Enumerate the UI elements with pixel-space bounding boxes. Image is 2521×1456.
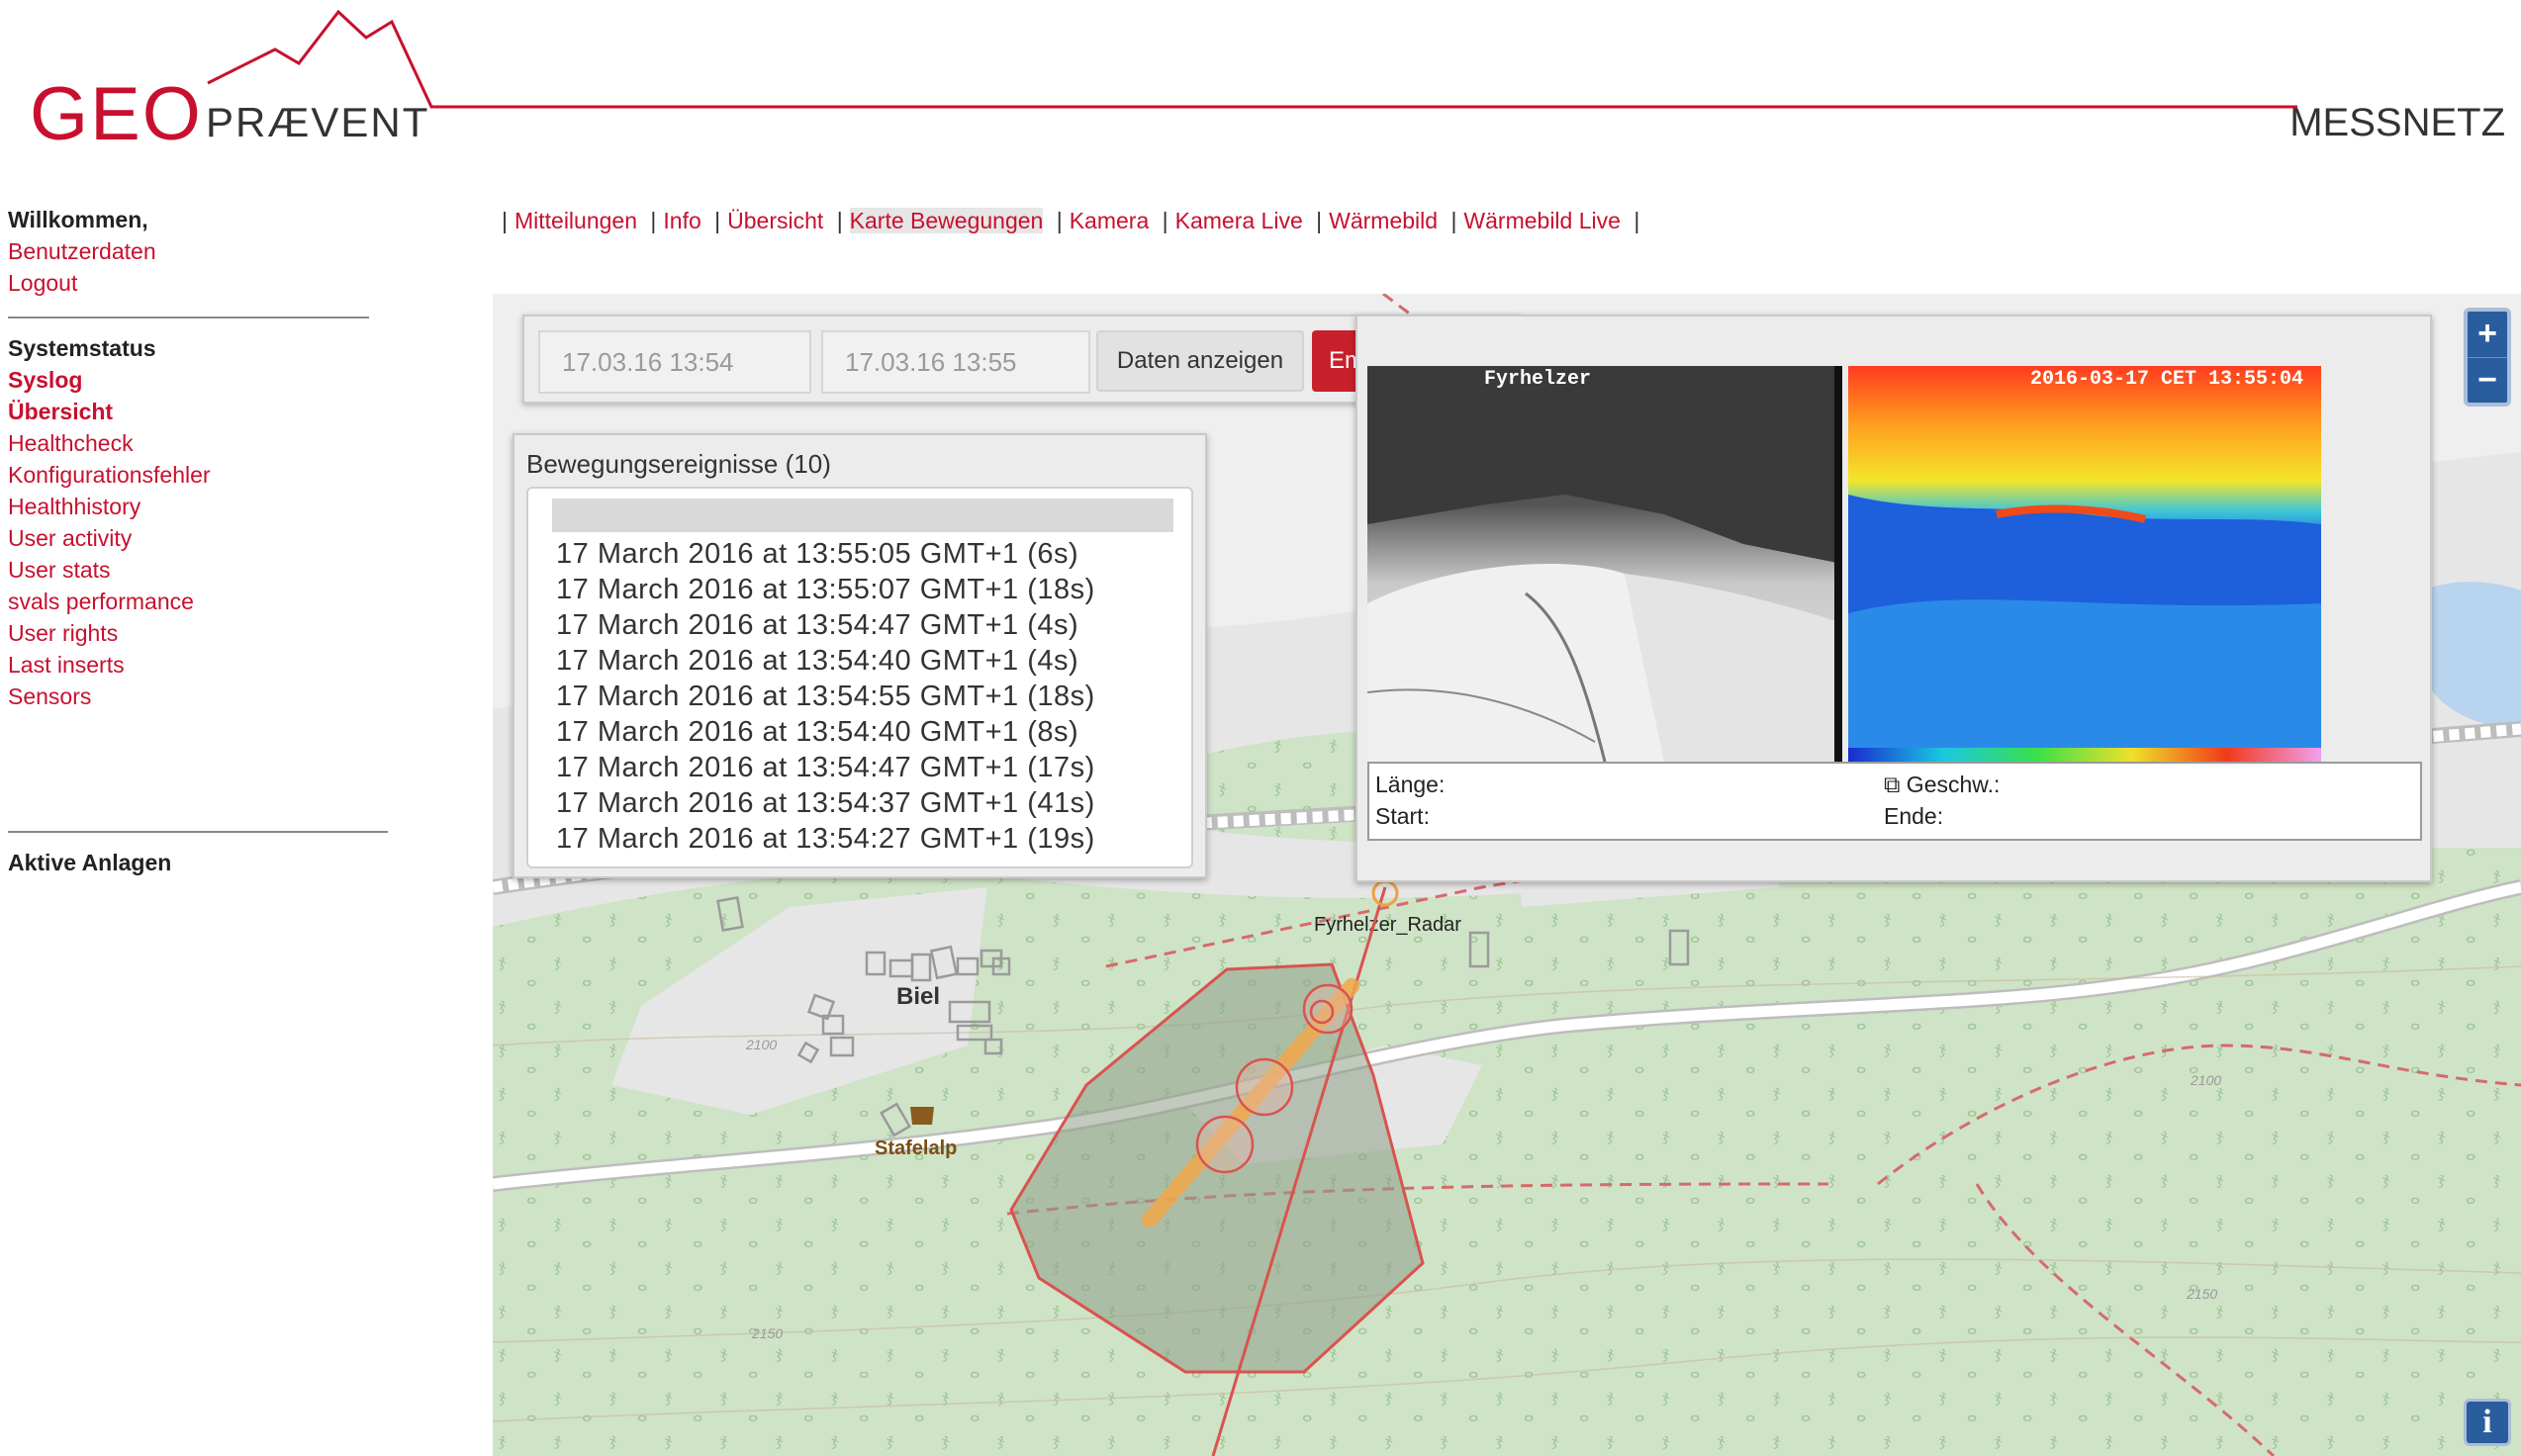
sidebar-divider-2 — [8, 831, 388, 833]
nav-separator: | — [1316, 208, 1323, 233]
nav-separator: | — [1056, 208, 1063, 233]
top-nav: | Mitteilungen | Info | Übersicht | Karte Be… — [495, 204, 1646, 237]
zoom-control: + − — [2464, 308, 2511, 407]
events-list[interactable]: 17 March 2016 at 13:55:05 GMT+1 (6s) 17 … — [526, 487, 1193, 868]
sidebar-link-logout[interactable]: Logout — [8, 267, 394, 299]
nav-karte-bewegungen[interactable]: Karte Bewegungen — [849, 208, 1044, 233]
header: GEO PRÆVENT MESSNETZ — [0, 0, 2521, 168]
nav-separator: | — [836, 208, 843, 233]
contour-label-2100: 2100 — [2190, 1072, 2221, 1088]
sidebar-link-syslog[interactable]: Syslog — [8, 364, 394, 396]
from-date-input[interactable] — [538, 330, 811, 394]
systemstatus-heading: Systemstatus — [8, 335, 156, 361]
list-item[interactable]: 17 March 2016 at 13:54:55 GMT+1 (18s) — [556, 681, 1095, 713]
sidebar-link-uebersicht[interactable]: Übersicht — [8, 396, 394, 427]
list-item[interactable]: 17 March 2016 at 13:54:40 GMT+1 (8s) — [556, 716, 1078, 749]
nav-separator: | — [1450, 208, 1457, 233]
map-label-stafelalp: Stafelalp — [875, 1138, 957, 1159]
nav-mitteilungen[interactable]: Mitteilungen — [514, 208, 637, 233]
brand-messnetz: MESSNETZ — [2289, 101, 2505, 144]
movement-marker[interactable] — [1195, 1115, 1255, 1174]
show-data-button[interactable]: Daten anzeigen — [1096, 330, 1304, 392]
nav-waermebild[interactable]: Wärmebild — [1329, 208, 1438, 233]
zoom-in-button[interactable]: + — [2468, 312, 2507, 357]
camera-name-label: Fyrhelzer — [1484, 368, 1592, 391]
logo-geo: GEO — [30, 72, 203, 156]
nav-separator: | — [502, 208, 508, 233]
sidebar-link-konfigurationsfehler[interactable]: Konfigurationsfehler — [8, 459, 394, 491]
sidebar-link-healthcheck[interactable]: Healthcheck — [8, 427, 394, 459]
sidebar-link-user-activity[interactable]: User activity — [8, 522, 394, 554]
end-label: Ende: — [1884, 803, 1944, 829]
welcome-text: Willkommen, — [8, 207, 148, 232]
nav-kamera[interactable]: Kamera — [1070, 208, 1150, 233]
list-item[interactable]: 17 March 2016 at 13:54:37 GMT+1 (41s) — [556, 787, 1095, 820]
list-item[interactable]: 17 March 2016 at 13:55:07 GMT+1 (18s) — [556, 574, 1095, 606]
info-button[interactable]: i — [2464, 1399, 2511, 1446]
zoom-out-button[interactable]: − — [2468, 357, 2507, 403]
thermal-image[interactable] — [1848, 366, 2321, 762]
map-label-biel: Biel — [896, 983, 940, 1010]
nav-separator: | — [1634, 208, 1640, 233]
nav-separator: | — [1162, 208, 1168, 233]
sidebar-link-healthhistory[interactable]: Healthhistory — [8, 491, 394, 522]
sidebar-link-svals-performance[interactable]: svals performance — [8, 586, 394, 617]
nav-info[interactable]: Info — [663, 208, 700, 233]
contour-label-2150: 2150 — [2186, 1286, 2217, 1302]
contour-label-2150: 2150 — [751, 1325, 783, 1341]
map-label-radar: Fyrhelzer_Radar — [1314, 914, 1461, 936]
movement-events-panel: Bewegungsereignisse (10) 17 March 2016 a… — [513, 433, 1207, 878]
list-item[interactable]: 17 March 2016 at 13:54:27 GMT+1 (19s) — [556, 823, 1095, 856]
length-label: Länge: — [1375, 772, 1446, 797]
camera-panel: Fyrhelzer 2016-03-17 CET 13:55:04 Länge:… — [1355, 315, 2432, 882]
sidebar: Willkommen, Benutzerdaten Logout Systems… — [8, 204, 394, 878]
sidebar-link-user-rights[interactable]: User rights — [8, 617, 394, 649]
contour-label-2100: 2100 — [745, 1037, 777, 1052]
list-item[interactable]: 17 March 2016 at 13:54:40 GMT+1 (4s) — [556, 645, 1078, 678]
thermal-timestamp-label: 2016-03-17 CET 13:55:04 — [2029, 368, 2303, 391]
movement-stats-box: Länge: Start: ⧉ Geschw.: Ende: — [1367, 762, 2422, 841]
camera-image[interactable] — [1367, 366, 1842, 762]
sidebar-link-benutzerdaten[interactable]: Benutzerdaten — [8, 235, 394, 267]
sidebar-link-sensors[interactable]: Sensors — [8, 681, 394, 712]
sidebar-link-last-inserts[interactable]: Last inserts — [8, 649, 394, 681]
movement-marker[interactable] — [1235, 1057, 1294, 1117]
nav-separator: | — [650, 208, 657, 233]
sidebar-link-user-stats[interactable]: User stats — [8, 554, 394, 586]
aktive-anlagen-heading: Aktive Anlagen — [8, 850, 172, 875]
start-label: Start: — [1375, 803, 1430, 829]
sidebar-divider — [8, 317, 369, 318]
list-item[interactable]: 17 March 2016 at 13:55:05 GMT+1 (6s) — [556, 538, 1078, 571]
to-date-input[interactable] — [821, 330, 1090, 394]
nav-waermebild-live[interactable]: Wärmebild Live — [1463, 208, 1621, 233]
nav-separator: | — [714, 208, 721, 233]
logo-praevent: PRÆVENT — [206, 99, 430, 145]
list-item[interactable]: 17 March 2016 at 13:54:47 GMT+1 (17s) — [556, 752, 1095, 784]
nav-kamera-live[interactable]: Kamera Live — [1175, 208, 1303, 233]
nav-uebersicht[interactable]: Übersicht — [727, 208, 823, 233]
cafe-icon — [910, 1107, 934, 1125]
events-list-selected-row[interactable] — [552, 499, 1173, 532]
events-title: Bewegungsereignisse (10) — [526, 449, 831, 479]
list-item[interactable]: 17 March 2016 at 13:54:47 GMT+1 (4s) — [556, 609, 1078, 642]
speed-label: ⧉ Geschw.: — [1884, 772, 2001, 797]
